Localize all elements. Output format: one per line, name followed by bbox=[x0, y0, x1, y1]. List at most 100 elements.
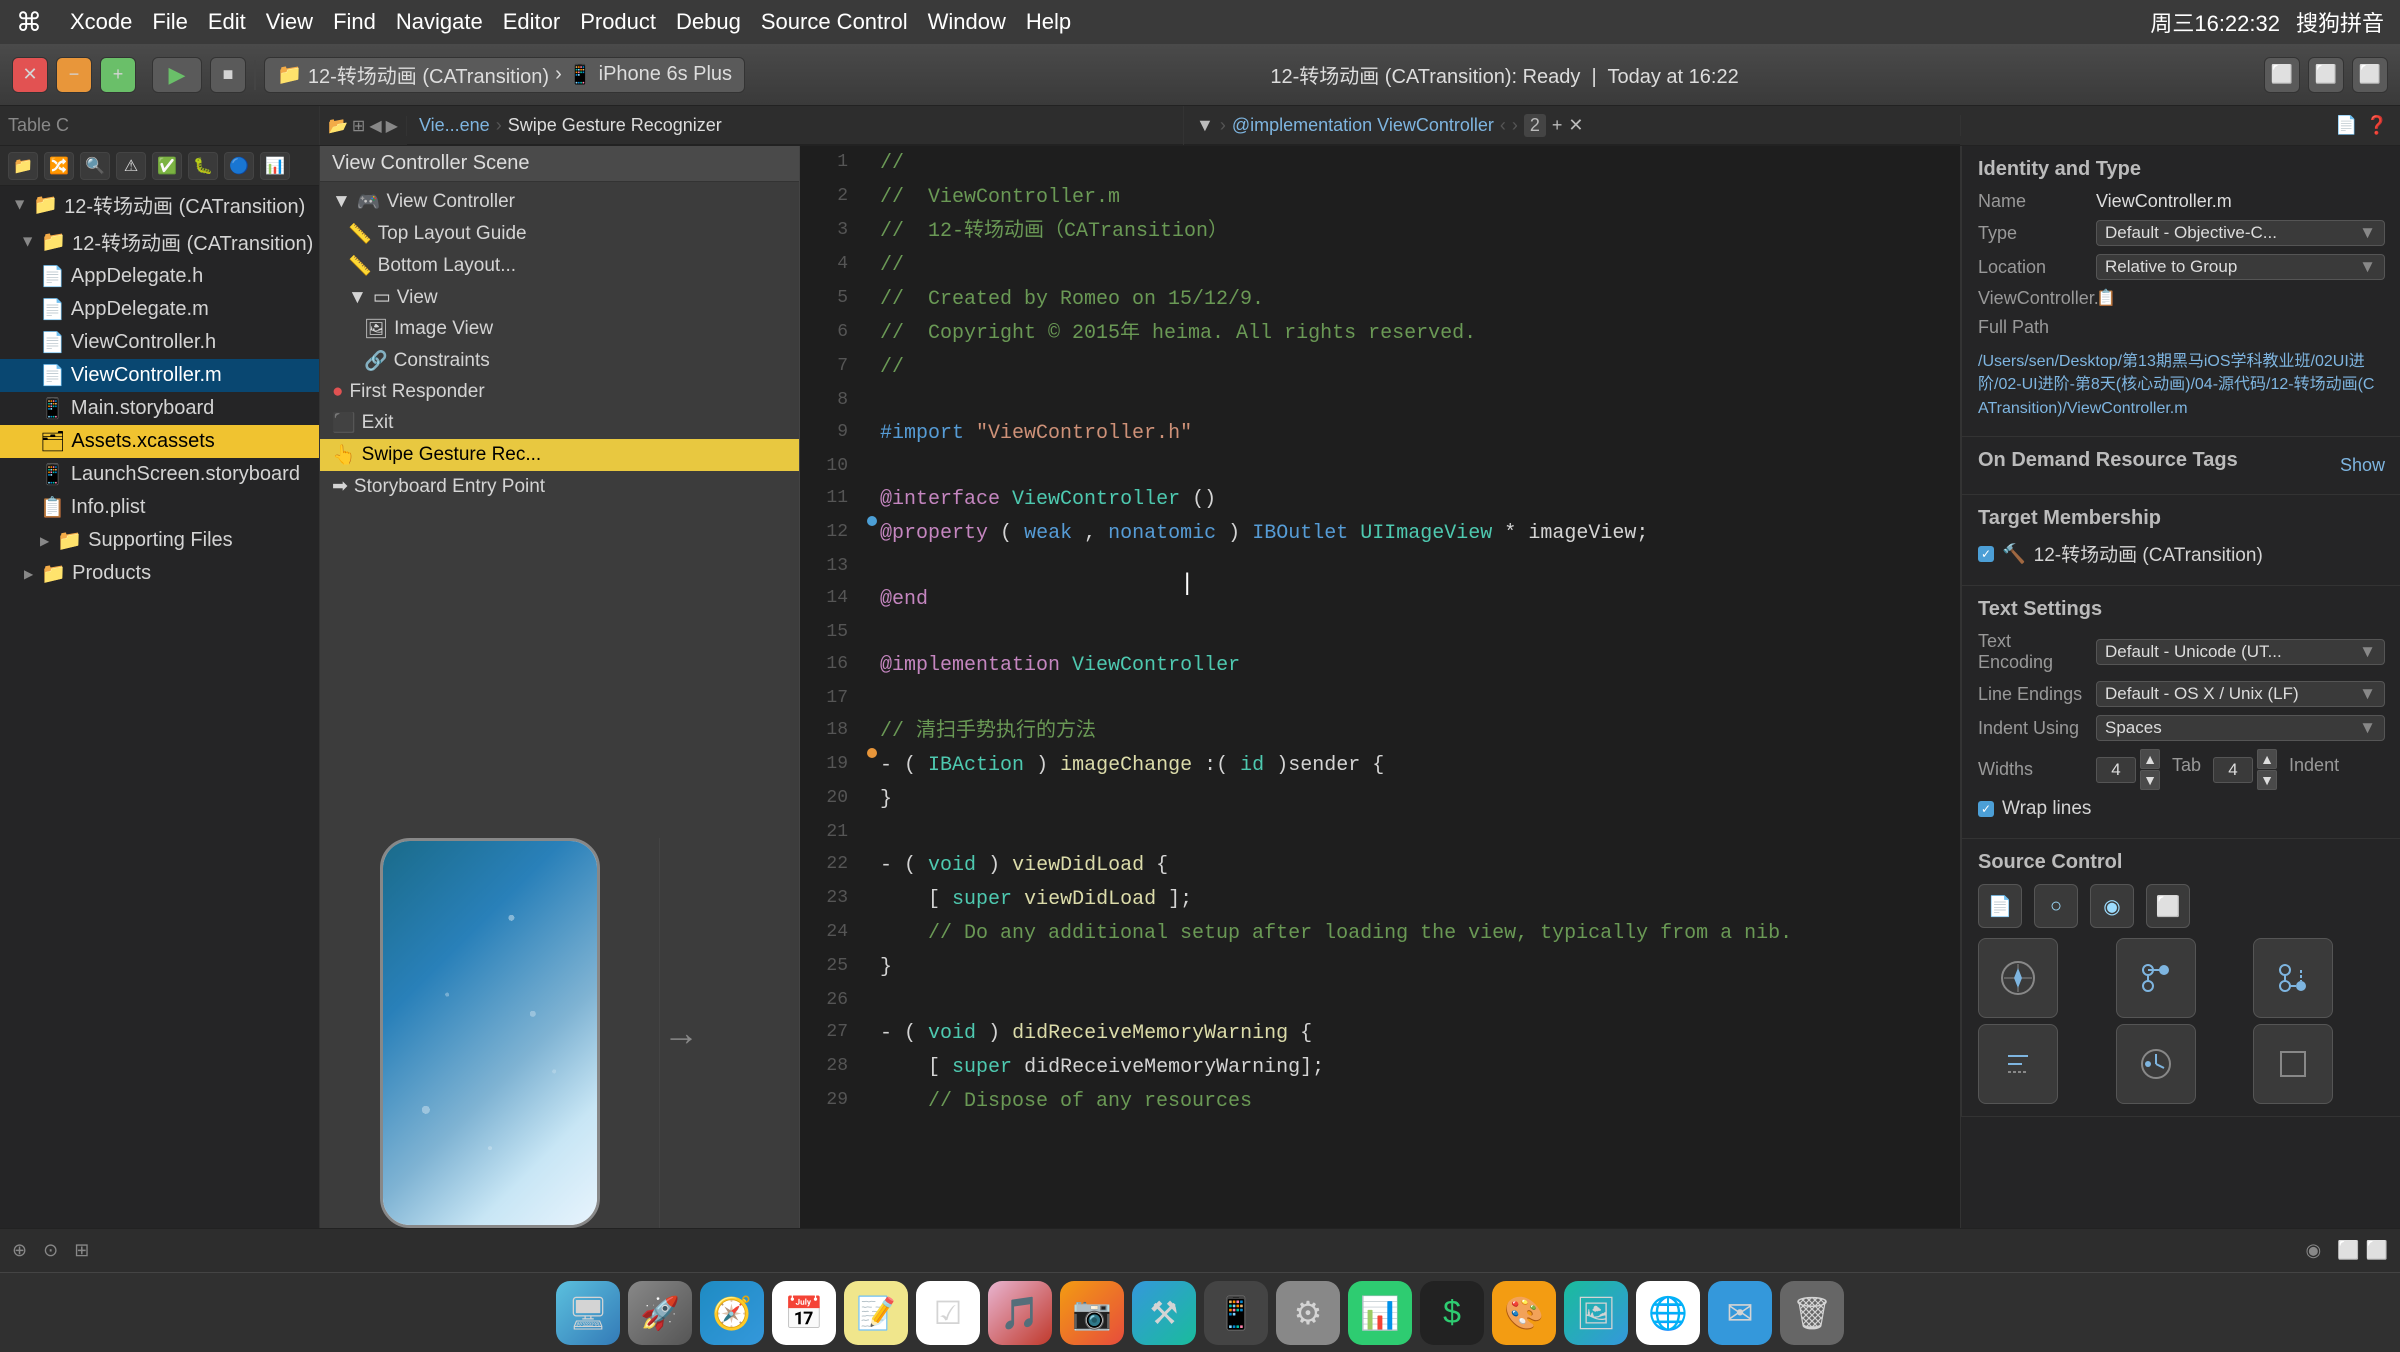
add-button[interactable]: ⊕ bbox=[12, 1240, 27, 1261]
scene-item-toplayout[interactable]: 📏 Top Layout Guide bbox=[320, 218, 799, 250]
ebc-v[interactable]: ▼ bbox=[1196, 115, 1214, 136]
ebc-num[interactable]: 2 bbox=[1524, 114, 1546, 137]
menu-debug[interactable]: Debug bbox=[676, 9, 741, 35]
checkbox-icon[interactable]: ✓ bbox=[1978, 546, 1994, 562]
dock-safari[interactable]: 🧭 bbox=[700, 1281, 764, 1345]
nav-report-btn[interactable]: 📊 bbox=[260, 152, 290, 180]
menu-navigate[interactable]: Navigate bbox=[396, 9, 483, 35]
sc-icon-3[interactable]: ◉ bbox=[2090, 884, 2134, 928]
dock-photos[interactable]: 📷 bbox=[1060, 1281, 1124, 1345]
nav-item-appdelegatem[interactable]: 📄 AppDelegate.m bbox=[0, 293, 319, 326]
tab-value[interactable]: 4 bbox=[2096, 757, 2136, 783]
nav-folder-btn[interactable]: 📁 bbox=[8, 152, 38, 180]
copy-icon[interactable]: 📋 bbox=[2096, 288, 2116, 308]
console-toggle[interactable]: ◉ bbox=[2305, 1240, 2321, 1261]
menu-xcode[interactable]: Xcode bbox=[70, 9, 132, 35]
location-select[interactable]: Relative to Group ▼ bbox=[2096, 254, 2385, 280]
sc-icon-4[interactable]: ⬜ bbox=[2146, 884, 2190, 928]
inspector-toggle-button[interactable]: ⬜ bbox=[2352, 57, 2388, 93]
nav-search-btn[interactable]: 🔍 bbox=[80, 152, 110, 180]
forward-nav-button[interactable]: ▶ bbox=[386, 116, 398, 136]
code-editor[interactable]: 1 // 2 // ViewController.m 3 // 12-转场动画（… bbox=[800, 146, 1960, 1228]
stop-button[interactable]: ■ bbox=[210, 57, 246, 93]
stepper-up-button[interactable]: ▲ bbox=[2140, 749, 2160, 769]
sc-grid-item-2[interactable] bbox=[2116, 938, 2196, 1018]
folder-icon[interactable]: 📂 bbox=[328, 116, 348, 136]
nav-item-mainstoryboard[interactable]: 📱 Main.storyboard bbox=[0, 392, 319, 425]
bottom-panel-btn[interactable]: ⬜ bbox=[2337, 1240, 2359, 1261]
menu-window[interactable]: Window bbox=[928, 9, 1006, 35]
ebc-add[interactable]: + bbox=[1552, 115, 1563, 136]
bc-part1[interactable]: Vie...ene bbox=[419, 115, 490, 136]
dock-calendar[interactable]: 📅 bbox=[772, 1281, 836, 1345]
nav-item-assets[interactable]: 🗂 Assets.xcassets bbox=[0, 425, 319, 458]
nav-item-project-root[interactable]: ▶ 📁 12-转场动画 (CATransition) bbox=[0, 186, 319, 223]
debug-toggle-button[interactable]: ⬜ bbox=[2308, 57, 2344, 93]
indent-select[interactable]: Spaces ▼ bbox=[2096, 715, 2385, 741]
nav-item-appdelegateh[interactable]: 📄 AppDelegate.h bbox=[0, 260, 319, 293]
scene-item-firstresponder[interactable]: ● First Responder bbox=[320, 377, 799, 407]
run-button[interactable]: ▶ bbox=[152, 57, 202, 93]
sc-grid-item-6[interactable] bbox=[2253, 1024, 2333, 1104]
scene-item-view[interactable]: ▼ ▭ View bbox=[320, 282, 799, 313]
menu-file[interactable]: File bbox=[152, 9, 187, 35]
dock-terminal[interactable]: $ bbox=[1420, 1281, 1484, 1345]
dock-finder[interactable]: 🖥 bbox=[556, 1281, 620, 1345]
menu-view[interactable]: View bbox=[266, 9, 313, 35]
ebc-close[interactable]: ✕ bbox=[1568, 115, 1583, 136]
scene-item-imageview[interactable]: 🖼 Image View bbox=[320, 313, 799, 345]
menu-find[interactable]: Find bbox=[333, 9, 376, 35]
nav-item-infoplist[interactable]: 📋 Info.plist bbox=[0, 491, 319, 524]
menu-editor[interactable]: Editor bbox=[503, 9, 560, 35]
grid-icon[interactable]: ⊞ bbox=[352, 116, 365, 136]
scene-item-entrypoint[interactable]: ➡ Storyboard Entry Point bbox=[320, 471, 799, 502]
sc-icon-1[interactable]: 📄 bbox=[1978, 884, 2022, 928]
nav-item-viewcontrollerm[interactable]: 📄 ViewController.m bbox=[0, 359, 319, 392]
right-panel-btn[interactable]: ⬜ bbox=[2366, 1240, 2388, 1261]
back-nav-button[interactable]: ◀ bbox=[369, 116, 381, 136]
nav-item-products[interactable]: ▶ 📁 Products bbox=[0, 557, 319, 590]
scene-item-viewcontroller[interactable]: ▼ 🎮 View Controller bbox=[320, 186, 799, 218]
dock-chrome[interactable]: 🌐 bbox=[1636, 1281, 1700, 1345]
dock-simulator[interactable]: 📱 bbox=[1204, 1281, 1268, 1345]
dock-launchpad[interactable]: 🚀 bbox=[628, 1281, 692, 1345]
dock-sketch[interactable]: 🎨 bbox=[1492, 1281, 1556, 1345]
nav-breakpt-btn[interactable]: 🔵 bbox=[224, 152, 254, 180]
dock-reminders[interactable]: ☑ bbox=[916, 1281, 980, 1345]
dock-xcode[interactable]: ⚒ bbox=[1132, 1281, 1196, 1345]
scene-item-exit[interactable]: ⬛ Exit bbox=[320, 407, 799, 439]
dock-trash[interactable]: 🗑 bbox=[1780, 1281, 1844, 1345]
minimize-window-button[interactable]: − bbox=[56, 57, 92, 93]
dock-mail[interactable]: ✉ bbox=[1708, 1281, 1772, 1345]
close-window-button[interactable]: ✕ bbox=[12, 57, 48, 93]
indent-stepper-value[interactable]: 4 bbox=[2213, 757, 2253, 783]
sc-grid-item-1[interactable] bbox=[1978, 938, 2058, 1018]
show-button[interactable]: Show bbox=[2340, 455, 2385, 476]
wraplines-checkbox[interactable]: ✓ bbox=[1978, 801, 1994, 817]
ebc-impl[interactable]: @implementation ViewController bbox=[1232, 115, 1494, 136]
apple-menu[interactable]: ⌘ bbox=[16, 7, 42, 38]
nav-test-btn[interactable]: ✅ bbox=[152, 152, 182, 180]
scene-item-constraints[interactable]: 🔗 Constraints bbox=[320, 345, 799, 377]
sc-grid-item-5[interactable] bbox=[2116, 1024, 2196, 1104]
nav-vcs-btn[interactable]: 🔀 bbox=[44, 152, 74, 180]
menu-source-control[interactable]: Source Control bbox=[761, 9, 908, 35]
bc-part2[interactable]: Swipe Gesture Recognizer bbox=[508, 115, 722, 136]
nav-item-group[interactable]: ▶ 📁 12-转场动画 (CATransition) bbox=[0, 223, 319, 260]
nav-item-viewcontrollerh[interactable]: 📄 ViewController.h bbox=[0, 326, 319, 359]
nav-debug-btn[interactable]: 🐛 bbox=[188, 152, 218, 180]
filter-button[interactable]: ⊞ bbox=[74, 1240, 89, 1261]
stepper-down-button[interactable]: ▼ bbox=[2140, 770, 2160, 790]
menu-help[interactable]: Help bbox=[1026, 9, 1071, 35]
scheme-selector[interactable]: 📁 12-转场动画 (CATransition) › 📱 iPhone 6s P… bbox=[264, 57, 745, 93]
scene-item-bottomlayout[interactable]: 📏 Bottom Layout... bbox=[320, 250, 799, 282]
encoding-select[interactable]: Default - Unicode (UT... ▼ bbox=[2096, 639, 2385, 665]
type-select[interactable]: Default - Objective-C... ▼ bbox=[2096, 220, 2385, 246]
nav-item-launchscreen[interactable]: 📱 LaunchScreen.storyboard bbox=[0, 458, 319, 491]
inspector-tab2[interactable]: ❓ bbox=[2366, 115, 2388, 136]
maximize-window-button[interactable]: + bbox=[100, 57, 136, 93]
sc-icon-2[interactable]: ○ bbox=[2034, 884, 2078, 928]
dock-settings[interactable]: ⚙ bbox=[1276, 1281, 1340, 1345]
dock-activity[interactable]: 📊 bbox=[1348, 1281, 1412, 1345]
scene-item-swipegesture[interactable]: 👆 Swipe Gesture Rec... bbox=[320, 439, 799, 471]
